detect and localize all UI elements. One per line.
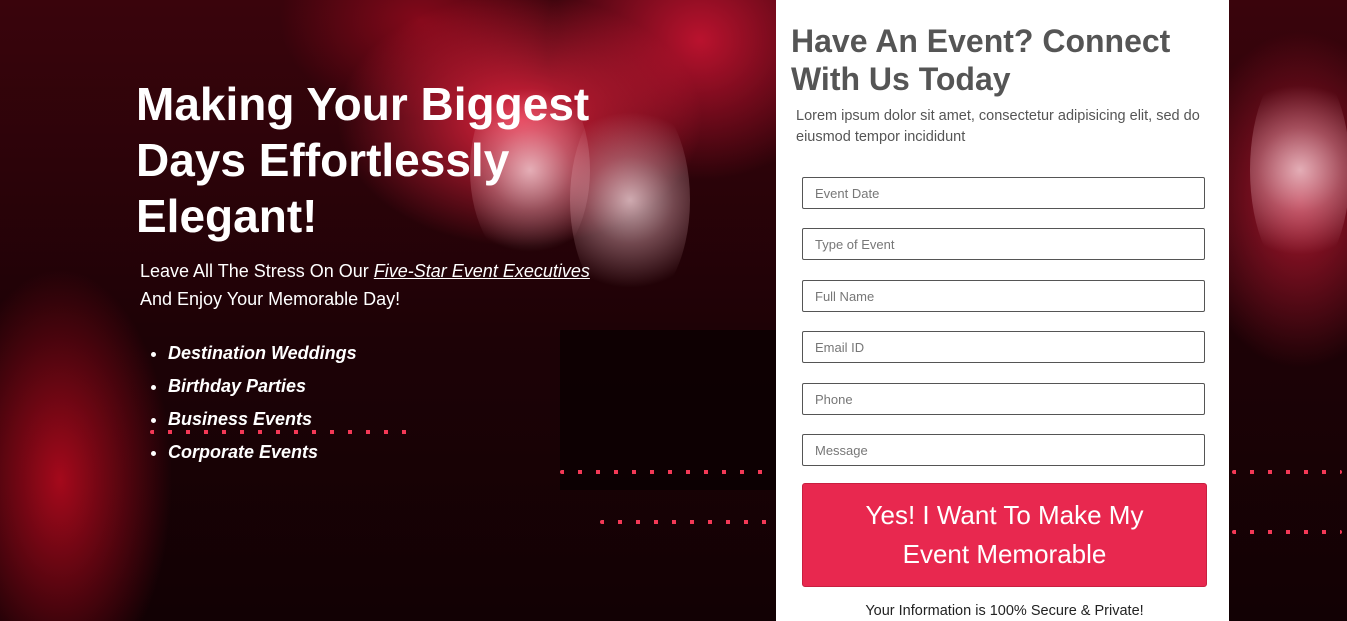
stage-lights xyxy=(1232,470,1342,474)
stage-lights xyxy=(1232,530,1342,534)
form-description: Lorem ipsum dolor sit amet, consectetur … xyxy=(796,108,1200,145)
hero-subtitle-highlight: Five-Star Event Executives xyxy=(373,261,590,281)
hero-title: Making Your Biggest Days Effortlessly El… xyxy=(136,78,590,242)
full-name-field[interactable] xyxy=(802,280,1205,312)
message-field[interactable] xyxy=(802,434,1205,466)
hero-subtitle: Leave All The Stress On Our Five-Star Ev… xyxy=(140,257,700,313)
hero-subtitle-suffix: And Enjoy Your Memorable Day! xyxy=(140,289,401,309)
list-item: Business Events xyxy=(168,403,357,436)
hero-subtitle-prefix: Leave All The Stress On Our xyxy=(140,261,374,281)
email-field[interactable] xyxy=(802,331,1205,363)
stage-structure xyxy=(560,330,776,490)
list-item: Destination Weddings xyxy=(168,337,357,370)
event-type-field[interactable] xyxy=(802,228,1205,260)
services-list: Destination Weddings Birthday Parties Bu… xyxy=(148,337,357,469)
secure-note: Your Information is 100% Secure & Privat… xyxy=(865,603,1144,619)
stage-lights xyxy=(560,470,770,474)
fireworks-sparks xyxy=(1250,60,1347,280)
list-item: Birthday Parties xyxy=(168,370,357,403)
list-item: Corporate Events xyxy=(168,436,357,469)
phone-field[interactable] xyxy=(802,383,1205,415)
event-date-field[interactable] xyxy=(802,177,1205,209)
form-title: Have An Event? Connect With Us Today xyxy=(791,23,1171,97)
submit-button[interactable]: Yes! I Want To Make My Event Memorable xyxy=(802,483,1207,587)
stage-lights xyxy=(600,520,770,524)
contact-form-panel: Have An Event? Connect With Us Today Lor… xyxy=(776,0,1229,621)
